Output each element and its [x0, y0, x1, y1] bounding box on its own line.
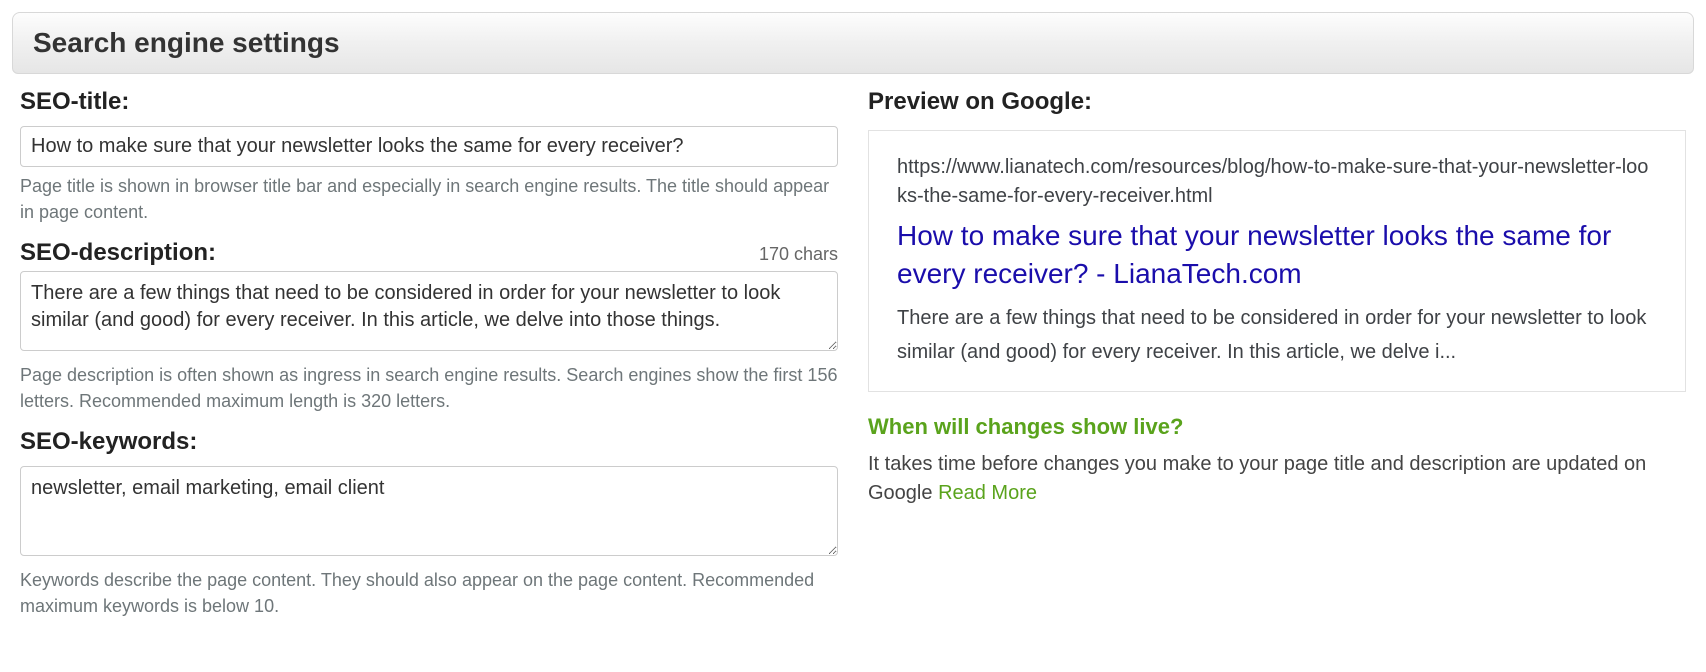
live-notice-text: It takes time before changes you make to… [868, 450, 1686, 508]
preview-column: Preview on Google: https://www.lianatech… [868, 88, 1686, 634]
panel-body: SEO-title: Page title is shown in browse… [12, 74, 1694, 642]
read-more-link[interactable]: Read More [938, 482, 1037, 504]
google-preview-box: https://www.lianatech.com/resources/blog… [868, 130, 1686, 392]
preview-title: How to make sure that your newsletter lo… [897, 217, 1657, 293]
seo-description-group: SEO-description: 170 chars Page descript… [20, 239, 838, 414]
seo-keywords-input[interactable] [20, 466, 838, 556]
preview-description: There are a few things that need to be c… [897, 301, 1657, 369]
panel-title: Search engine settings [12, 12, 1694, 74]
seo-description-label: SEO-description: [20, 239, 216, 267]
seo-keywords-label: SEO-keywords: [20, 428, 838, 456]
seo-description-input[interactable] [20, 271, 838, 351]
preview-url: https://www.lianatech.com/resources/blog… [897, 153, 1657, 211]
seo-settings-panel: Search engine settings SEO-title: Page t… [12, 12, 1694, 642]
seo-description-charcount: 170 chars [759, 244, 838, 265]
seo-keywords-help: Keywords describe the page content. They… [20, 567, 838, 619]
seo-title-help: Page title is shown in browser title bar… [20, 173, 838, 225]
form-column: SEO-title: Page title is shown in browse… [20, 88, 838, 634]
preview-heading: Preview on Google: [868, 88, 1686, 116]
seo-description-help: Page description is often shown as ingre… [20, 362, 838, 414]
live-notice-heading: When will changes show live? [868, 414, 1686, 440]
seo-title-label: SEO-title: [20, 88, 838, 116]
seo-keywords-group: SEO-keywords: Keywords describe the page… [20, 428, 838, 619]
seo-title-input[interactable] [20, 126, 838, 167]
seo-title-group: SEO-title: Page title is shown in browse… [20, 88, 838, 225]
